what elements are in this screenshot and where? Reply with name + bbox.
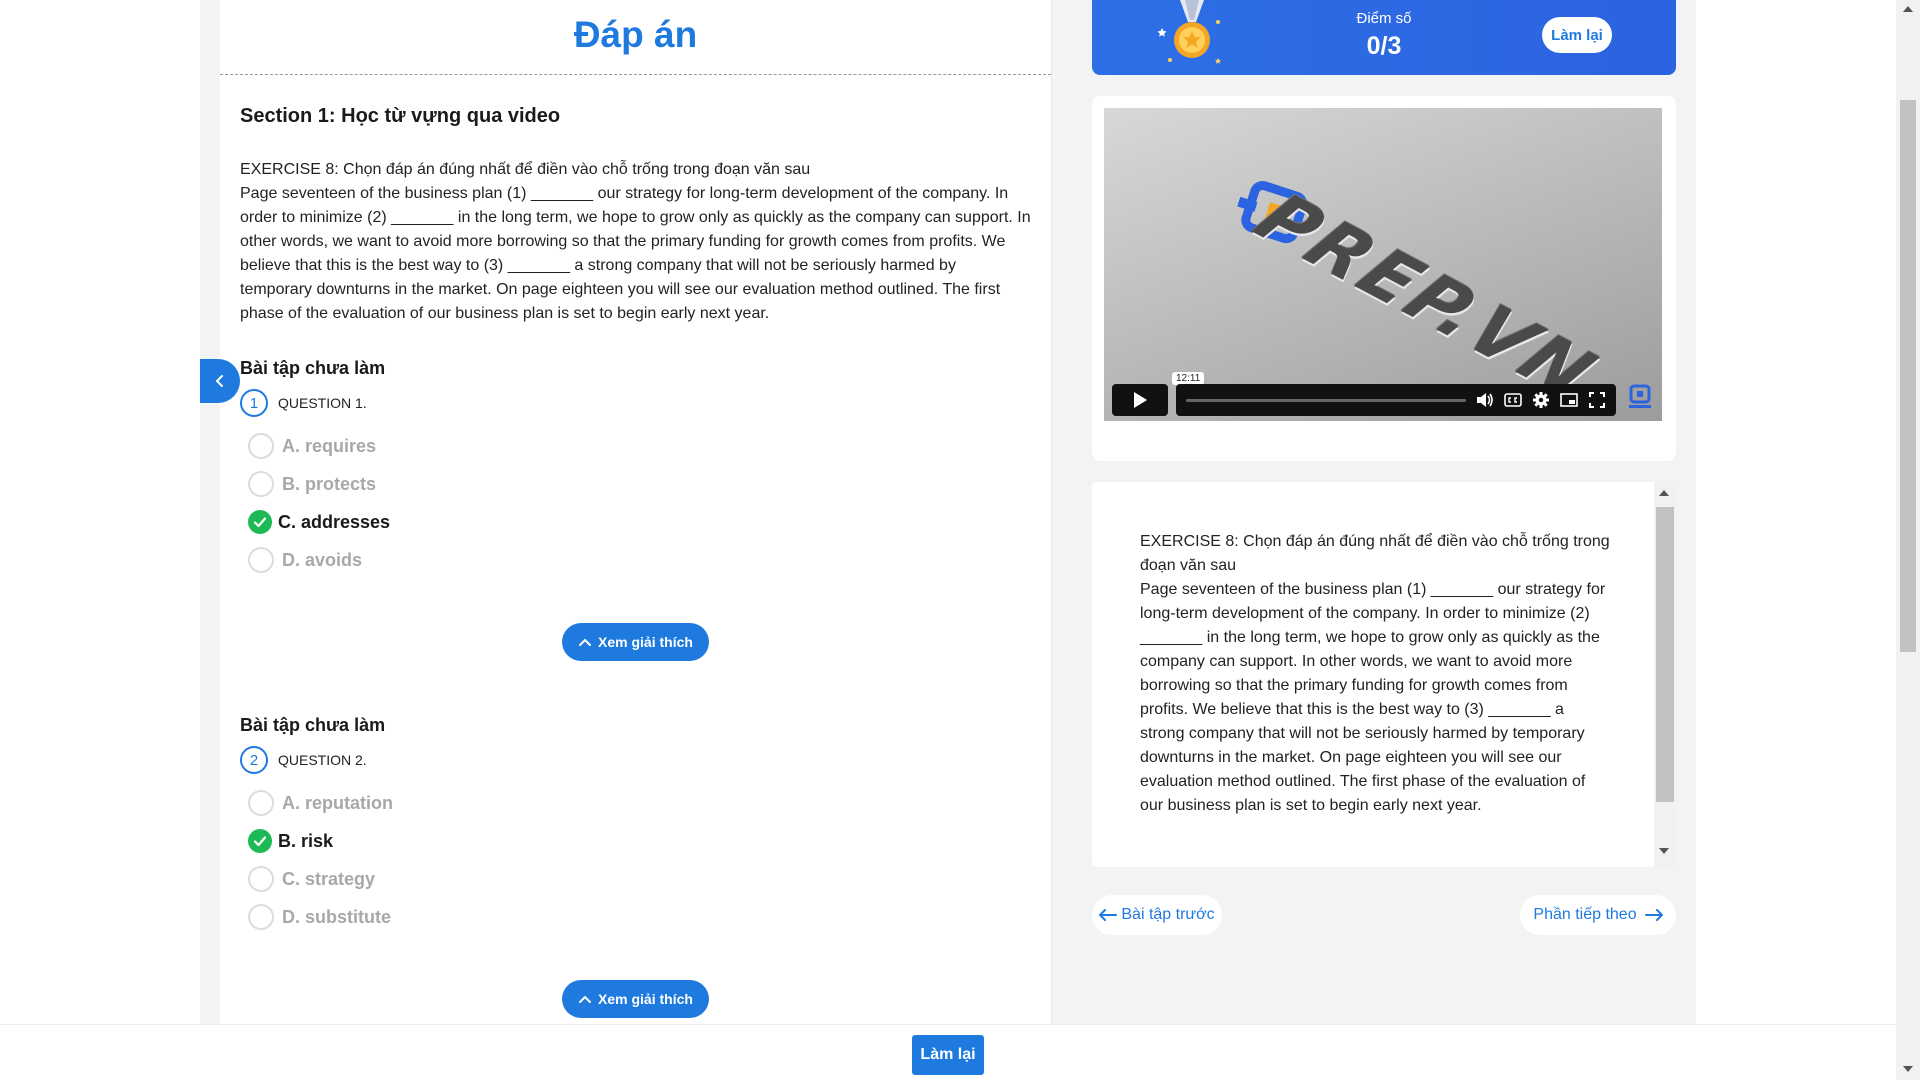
page-scroll-thumb[interactable] (1900, 100, 1916, 652)
section-title: Section 1: Học từ vựng qua video (240, 105, 561, 127)
watermark-logo-icon (1629, 384, 1651, 408)
chevron-up-icon (579, 638, 592, 646)
page-title: Đáp án (220, 0, 1051, 75)
option-c[interactable]: C. strategy (248, 860, 1031, 898)
video-controls (1176, 384, 1616, 416)
explain-button[interactable]: Xem giải thích (562, 623, 709, 661)
score-card: Điểm số 0/3 Làm lại (1092, 0, 1676, 75)
captions-icon[interactable] (1504, 391, 1522, 409)
option-c-correct[interactable]: C. addresses (248, 503, 1031, 541)
option-b-correct[interactable]: B. risk (248, 822, 1031, 860)
passage-body: Page seventeen of the business plan (1) … (1140, 581, 1606, 814)
video-card: PREP.VN 12:11 (1092, 96, 1676, 461)
option-label: C. strategy (282, 868, 376, 889)
question-status: Bài tập chưa làm (240, 358, 386, 378)
question-status: Bài tập chưa làm (240, 715, 386, 735)
play-icon (1134, 392, 1147, 408)
radio-icon (248, 790, 274, 816)
score-reset-button[interactable]: Làm lại (1542, 17, 1612, 53)
page-scrollbar[interactable] (1896, 0, 1920, 1080)
chevron-up-icon (579, 995, 592, 1003)
option-label: B. protects (282, 473, 377, 494)
option-label: C. addresses (278, 511, 391, 532)
miniplayer-icon[interactable] (1560, 391, 1578, 409)
question-label: QUESTION 2. (278, 752, 367, 768)
next-label: Phần tiếp theo (1533, 906, 1637, 923)
chevron-left-icon (215, 375, 223, 387)
option-list: A. requires B. protects C. addresses D. … (240, 427, 1031, 579)
option-list: A. reputation B. risk C. strategy D. sub… (240, 784, 1031, 936)
previous-exercise-button[interactable]: Bài tập trước (1092, 895, 1222, 935)
radio-icon (248, 547, 274, 573)
radio-icon (248, 904, 274, 930)
option-label: A. requires (282, 435, 377, 456)
passage-text: EXERCISE 8: Chọn đáp án đúng nhất để điề… (1140, 530, 1610, 818)
option-d[interactable]: D. substitute (248, 898, 1031, 936)
option-a[interactable]: A. reputation (248, 784, 1031, 822)
settings-gear-icon[interactable] (1532, 391, 1550, 409)
option-label: D. avoids (282, 549, 363, 570)
page-scroll-down-icon[interactable] (1903, 1066, 1913, 1072)
option-b[interactable]: B. protects (248, 465, 1031, 503)
arrow-right-icon (1644, 909, 1663, 921)
prev-label: Bài tập trước (1121, 906, 1215, 923)
explain-wrap: Xem giải thích (240, 980, 1031, 1018)
option-label: D. substitute (282, 906, 392, 927)
question-header: 1 QUESTION 1. (240, 389, 1031, 417)
question-label: QUESTION 1. (278, 395, 367, 411)
bottom-bar: Làm lại (0, 1024, 1920, 1080)
question-number: 2 (240, 746, 268, 774)
explain-label: Xem giải thích (598, 634, 693, 650)
question-header: 2 QUESTION 2. (240, 746, 1031, 774)
exercise-passage: Page seventeen of the business plan (1) … (240, 185, 1031, 322)
video-brand-text: PREP.VN (1238, 178, 1615, 415)
scroll-up-arrow-icon[interactable] (1659, 490, 1669, 496)
question-block-1: Bài tập chưa làm 1 QUESTION 1. A. requir… (240, 358, 1031, 661)
explain-label: Xem giải thích (598, 991, 693, 1007)
passage-card: EXERCISE 8: Chọn đáp án đúng nhất để điề… (1092, 482, 1676, 867)
page-scroll-up-icon[interactable] (1903, 6, 1913, 12)
radio-icon (248, 866, 274, 892)
volume-icon[interactable] (1476, 391, 1494, 409)
fullscreen-icon[interactable] (1588, 391, 1606, 409)
option-label: A. reputation (282, 792, 393, 813)
play-button[interactable] (1112, 384, 1168, 416)
exercise-text: EXERCISE 8: Chọn đáp án đúng nhất để điề… (240, 158, 1031, 326)
radio-icon (248, 471, 274, 497)
option-a[interactable]: A. requires (248, 427, 1031, 465)
next-section-button[interactable]: Phần tiếp theo (1520, 895, 1676, 935)
explain-button[interactable]: Xem giải thích (562, 980, 709, 1018)
video-progress-bar[interactable] (1186, 398, 1466, 402)
answer-panel: Đáp án Section 1: Học từ vựng qua video … (220, 0, 1052, 1024)
option-label: B. risk (278, 830, 334, 851)
scroll-thumb[interactable] (1656, 507, 1674, 802)
passage-heading: EXERCISE 8: Chọn đáp án đúng nhất để điề… (1140, 533, 1610, 574)
arrow-left-icon (1099, 909, 1118, 921)
video-player[interactable]: PREP.VN 12:11 (1104, 108, 1662, 421)
option-d[interactable]: D. avoids (248, 541, 1031, 579)
question-number: 1 (240, 389, 268, 417)
question-block-2: Bài tập chưa làm 2 QUESTION 2. A. reputa… (240, 715, 1031, 1018)
check-icon (248, 829, 272, 853)
check-icon (248, 510, 272, 534)
radio-icon (248, 433, 274, 459)
passage-scrollbar[interactable] (1654, 482, 1676, 867)
exercise-heading: EXERCISE 8: Chọn đáp án đúng nhất để điề… (240, 161, 811, 178)
bottom-reset-button[interactable]: Làm lại (912, 1035, 984, 1075)
explain-wrap: Xem giải thích (240, 623, 1031, 661)
answer-content: Section 1: Học từ vựng qua video EXERCIS… (220, 75, 1051, 1018)
scroll-down-arrow-icon[interactable] (1659, 848, 1669, 854)
